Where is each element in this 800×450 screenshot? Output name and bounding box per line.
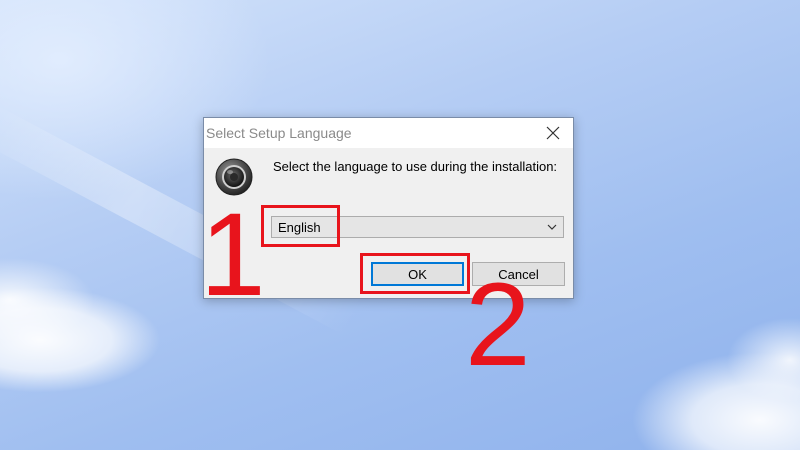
dialog-titlebar: Select Setup Language [204,118,573,148]
highlight-ok-button [360,253,470,294]
step-number-1: 1 [200,189,266,321]
chevron-down-icon [547,224,557,230]
close-icon [546,126,560,140]
highlight-language-select [261,205,340,247]
close-button[interactable] [533,118,573,148]
dialog-prompt: Select the language to use during the in… [273,159,558,174]
step-number-2: 2 [465,259,531,391]
dialog-title: Select Setup Language [206,125,352,141]
